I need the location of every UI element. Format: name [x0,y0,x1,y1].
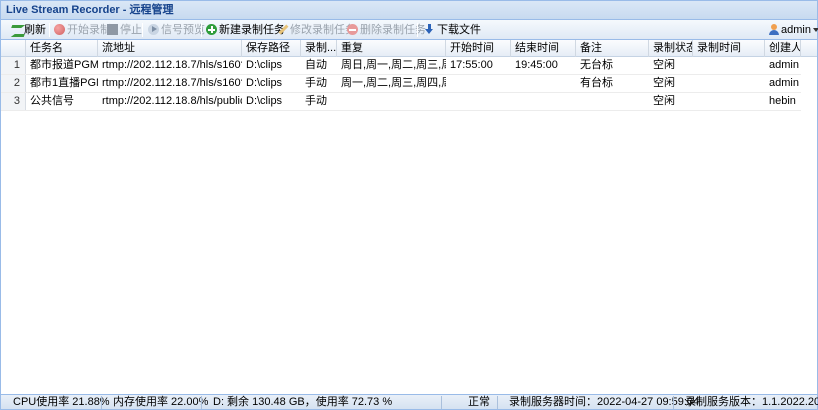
status-separator [441,396,442,409]
column-header-end-time[interactable]: 结束时间 [511,40,576,57]
start-time [446,93,511,110]
repeat-days: 周一,周二,周三,周四,周五 [341,77,446,89]
task-name: 都市报道PGM [30,59,98,71]
status-separator [497,396,498,409]
toolbar-separator [49,23,50,37]
save-path: D:\clips [246,77,283,89]
service-state: 正常 [468,396,490,408]
toolbar-separator [417,23,418,37]
creator: admin [769,59,799,71]
column-header-rownum [1,40,26,57]
start-record-button[interactable]: 开始录制 [54,22,111,38]
record-mode: 手动 [305,95,327,107]
service-version: 录制服务版本：1.1.2022.208 [685,396,818,408]
stop-icon [107,24,118,35]
creator: admin [769,77,799,89]
delete-icon [347,24,358,35]
column-header-name[interactable]: 任务名 [26,40,98,57]
download-icon [424,24,435,35]
end-time [511,93,576,110]
record-status: 空闲 [653,77,675,89]
stop-button[interactable]: 停止 [107,22,142,38]
note [576,93,649,110]
stream-url: rtmp://202.112.18.7/hls/s160?us... [102,59,242,71]
creator: hebin [769,95,796,107]
record-time [693,93,765,110]
signal-preview-button[interactable]: 信号预览 [148,22,205,38]
memory-usage: 内存使用率 22.00% [113,396,209,408]
status-separator [201,396,202,409]
save-path: D:\clips [246,59,283,71]
disk-usage: D: 剩余 130.48 GB，使用率 72.73 % [213,396,393,408]
table-header: 任务名 流地址 保存路径 录制... 重复 开始时间 结束时间 备注 录制状态 … [1,40,817,57]
task-name: 都市1直播PGM [30,77,98,89]
user-icon [768,24,779,35]
toolbar-separator [201,23,202,37]
record-time [693,75,765,92]
note: 无台标 [580,59,613,71]
end-time: 19:45:00 [515,59,558,71]
refresh-icon [11,24,22,35]
server-time: 录制服务器时间：2022-04-27 09:59:04 [509,396,700,408]
column-header-path[interactable]: 保存路径 [242,40,301,57]
start-time [446,75,511,92]
note: 有台标 [580,77,613,89]
column-header-rec-time[interactable]: 录制时间 [693,40,765,57]
refresh-button[interactable]: 刷新 [11,22,46,38]
row-number: 1 [1,57,26,74]
table-row[interactable]: 3 公共信号 rtmp://202.112.18.8/hls/public?u.… [1,93,801,111]
status-separator [673,396,674,409]
row-number: 2 [1,75,26,92]
add-icon [206,24,217,35]
app-window: Live Stream Recorder - 远程管理 刷新 开始录制 停止 信… [0,0,818,410]
status-bar: CPU使用率 21.88% 内存使用率 22.00% D: 剩余 130.48 … [1,394,818,409]
stream-url: rtmp://202.112.18.7/hls/s160?us... [102,77,242,89]
download-button[interactable]: 下载文件 [424,22,481,38]
user-menu[interactable]: admin [768,22,818,38]
column-header-creator[interactable]: 创建人 [765,40,801,57]
column-header-start-time[interactable]: 开始时间 [446,40,511,57]
table-row[interactable]: 2 都市1直播PGM rtmp://202.112.18.7/hls/s160?… [1,75,801,93]
table-row[interactable]: 1 都市报道PGM rtmp://202.112.18.7/hls/s160?u… [1,57,801,75]
record-mode: 自动 [305,59,327,71]
repeat-days [337,93,446,110]
save-path: D:\clips [246,95,283,107]
status-separator [101,396,102,409]
column-header-repeat[interactable]: 重复 [337,40,446,57]
task-name: 公共信号 [30,95,74,107]
stream-url: rtmp://202.112.18.8/hls/public?u... [102,95,242,107]
cpu-usage: CPU使用率 21.88% [13,396,110,408]
record-status: 空闲 [653,95,675,107]
delete-task-button[interactable]: 删除录制任务 [347,22,426,38]
record-icon [54,24,65,35]
chevron-down-icon [812,28,818,32]
record-mode: 手动 [305,77,327,89]
record-time [693,57,765,74]
record-status: 空闲 [653,59,675,71]
end-time [511,75,576,92]
new-task-button[interactable]: 新建录制任务 [206,22,285,38]
window-title: Live Stream Recorder - 远程管理 [1,1,817,20]
column-header-mode[interactable]: 录制... [301,40,337,57]
column-header-status[interactable]: 录制状态 [649,40,693,57]
toolbar-separator [142,23,143,37]
edit-task-button[interactable]: 修改录制任务 [277,22,356,38]
column-header-note[interactable]: 备注 [576,40,649,57]
start-time: 17:55:00 [450,59,493,71]
column-header-url[interactable]: 流地址 [98,40,242,57]
pencil-icon [277,24,288,35]
toolbar: 刷新 开始录制 停止 信号预览 新建录制任务 修改录制任务 删除录制任务 下载文… [1,20,818,40]
row-number: 3 [1,93,26,110]
repeat-days: 周日,周一,周二,周三,周... [341,59,446,71]
play-icon [148,24,159,35]
